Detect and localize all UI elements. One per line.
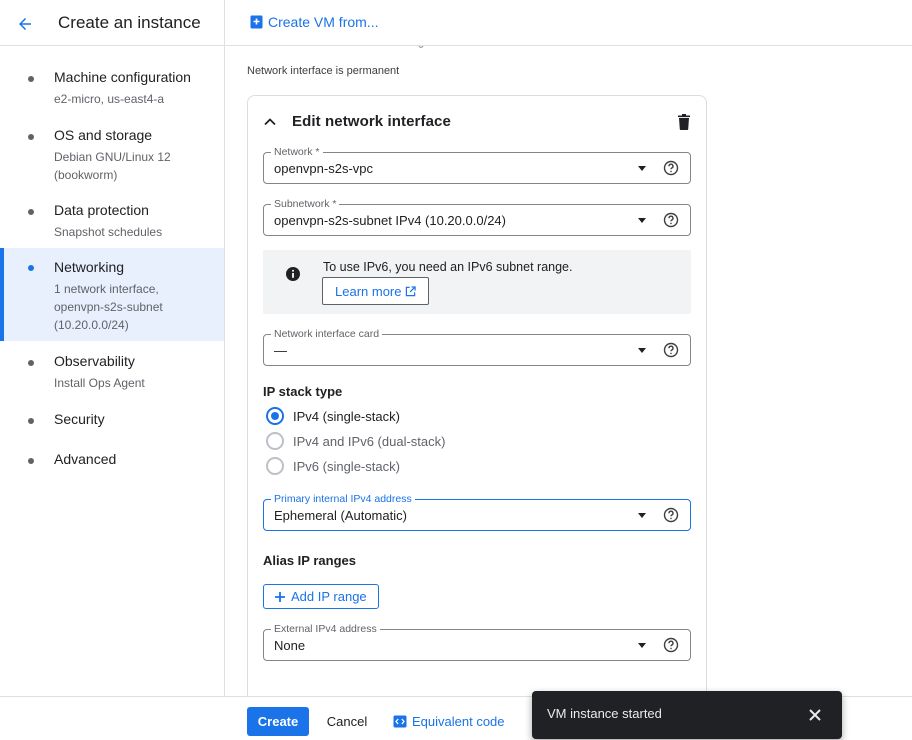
dropdown-caret-icon — [638, 218, 646, 223]
ip-stack-type-title: IP stack type — [263, 384, 343, 399]
sidebar-item-machine-configuration[interactable]: Machine configuration e2-micro, us-east4… — [0, 68, 224, 110]
network-select-label: Network * — [271, 146, 323, 158]
plus-icon — [275, 591, 285, 602]
nic-select-value: — — [274, 343, 287, 358]
ipv6-info-box: To use IPv6, you need an IPv6 subnet ran… — [263, 250, 691, 314]
card-header: Edit network interface — [262, 112, 692, 132]
sidebar-item-data-protection[interactable]: Data protection Snapshot schedules — [0, 201, 224, 243]
external-ipv4-label: External IPv4 address — [271, 623, 380, 635]
help-icon[interactable] — [663, 160, 679, 176]
create-vm-from-button[interactable]: Create VM from... — [250, 14, 378, 30]
subnetwork-select-label: Subnetwork * — [271, 198, 340, 210]
dropdown-caret-icon — [638, 166, 646, 171]
dropdown-caret-icon — [638, 643, 646, 648]
sidebar-item-os-and-storage[interactable]: OS and storage Debian GNU/Linux 12 (book… — [0, 126, 224, 184]
network-interface-permanent-note: Network interface is permanent — [247, 65, 400, 77]
code-icon — [393, 715, 407, 728]
radio-button[interactable] — [266, 432, 284, 450]
radio-label: IPv6 (single-stack) — [293, 458, 400, 474]
bullet-icon — [28, 360, 34, 366]
sidebar-item-label: Security — [54, 411, 105, 427]
sidebar-item-label: Machine configuration — [54, 69, 191, 85]
sidebar-item-advanced[interactable]: Advanced — [0, 450, 224, 472]
network-select-value: openvpn-s2s-vpc — [274, 161, 373, 176]
add-ip-range-label: Add IP range — [291, 589, 367, 604]
create-vm-from-label: Create VM from... — [268, 14, 379, 30]
add-ip-range-button[interactable]: Add IP range — [263, 584, 379, 609]
radio-label: IPv4 and IPv6 (dual-stack) — [293, 433, 446, 449]
external-ipv4-value: None — [274, 638, 306, 653]
radio-button-checked[interactable] — [266, 407, 284, 425]
sidebar: Machine configuration e2-micro, us-east4… — [0, 46, 225, 696]
bullet-icon — [28, 458, 34, 464]
sidebar-item-subtitle: 1 network interface, openvpn-s2s-subnet … — [54, 282, 163, 332]
cancel-button[interactable]: Cancel — [317, 707, 377, 736]
learn-more-label: Learn more — [335, 283, 402, 299]
sidebar-item-subtitle: Install Ops Agent — [54, 376, 145, 390]
bullet-icon — [28, 209, 34, 215]
radio-ipv6-single-stack[interactable]: IPv6 (single-stack) — [266, 457, 400, 475]
sidebar-item-label: Networking — [54, 259, 125, 275]
dropdown-caret-icon — [638, 348, 646, 353]
network-select[interactable]: Network * openvpn-s2s-vpc — [263, 146, 691, 184]
main-content[interactable]: Network interface is permanent Edit netw… — [225, 46, 912, 696]
edit-network-interface-card: Edit network interface Network * openvpn… — [247, 95, 707, 696]
back-arrow-icon[interactable] — [12, 11, 38, 37]
page-header: Create an instance Create VM from... — [0, 0, 912, 46]
primary-ipv4-label: Primary internal IPv4 address — [271, 493, 415, 505]
sidebar-item-security[interactable]: Security — [0, 410, 224, 432]
sidebar-item-label: Observability — [54, 353, 135, 369]
radio-button[interactable] — [266, 457, 284, 475]
radio-ipv4-single-stack[interactable]: IPv4 (single-stack) — [266, 407, 400, 425]
radio-label: IPv4 (single-stack) — [293, 408, 400, 424]
help-icon[interactable] — [663, 507, 679, 523]
sidebar-item-label: Data protection — [54, 202, 149, 218]
subnetwork-select[interactable]: Subnetwork * openvpn-s2s-subnet IPv4 (10… — [263, 198, 691, 236]
network-interface-card-select[interactable]: Network interface card — — [263, 328, 691, 366]
sidebar-item-subtitle: Debian GNU/Linux 12 (bookworm) — [54, 150, 171, 182]
external-ipv4-select[interactable]: External IPv4 address None — [263, 623, 691, 661]
sidebar-item-subtitle: e2-micro, us-east4-a — [54, 92, 165, 106]
nic-select-label: Network interface card — [271, 328, 383, 340]
info-icon — [286, 267, 300, 281]
page-title: Create an instance — [58, 13, 201, 32]
bullet-icon — [28, 134, 34, 140]
help-icon[interactable] — [663, 212, 679, 228]
dropdown-caret-icon — [638, 513, 646, 518]
bullet-icon — [28, 265, 34, 271]
trash-icon[interactable] — [676, 113, 692, 131]
header-divider — [224, 0, 225, 46]
radio-ipv4-ipv6-dual-stack[interactable]: IPv4 and IPv6 (dual-stack) — [266, 432, 445, 450]
help-icon[interactable] — [663, 342, 679, 358]
subnetwork-select-value: openvpn-s2s-subnet IPv4 (10.20.0.0/24) — [274, 213, 506, 228]
toast-notification: VM instance started — [532, 691, 842, 739]
sidebar-item-label: Advanced — [54, 451, 117, 467]
sidebar-item-subtitle: Snapshot schedules — [54, 225, 163, 239]
primary-internal-ipv4-select[interactable]: Primary internal IPv4 address Ephemeral … — [263, 493, 691, 531]
learn-more-button[interactable]: Learn more — [322, 277, 430, 305]
bookmark-add-icon — [250, 15, 263, 29]
bullet-icon — [28, 418, 34, 424]
sidebar-item-observability[interactable]: Observability Install Ops Agent — [0, 352, 224, 394]
ipv6-info-text: To use IPv6, you need an IPv6 subnet ran… — [323, 260, 573, 274]
close-icon[interactable] — [806, 706, 824, 724]
alias-ip-ranges-title: Alias IP ranges — [263, 553, 356, 568]
chevron-up-icon[interactable] — [262, 114, 278, 130]
primary-ipv4-value: Ephemeral (Automatic) — [274, 508, 407, 523]
create-button[interactable]: Create — [247, 707, 309, 736]
card-title: Edit network interface — [292, 113, 451, 130]
toast-message: VM instance started — [547, 706, 662, 721]
sidebar-item-networking[interactable]: Networking 1 network interface, openvpn-… — [0, 248, 224, 341]
sidebar-item-label: OS and storage — [54, 127, 153, 143]
bullet-icon — [28, 76, 34, 82]
external-link-icon — [406, 285, 417, 296]
equivalent-code-button[interactable]: Equivalent code — [393, 707, 505, 736]
help-icon[interactable] — [663, 637, 679, 653]
scrolled-text-remnant — [418, 46, 424, 49]
equivalent-code-label: Equivalent code — [412, 714, 505, 729]
